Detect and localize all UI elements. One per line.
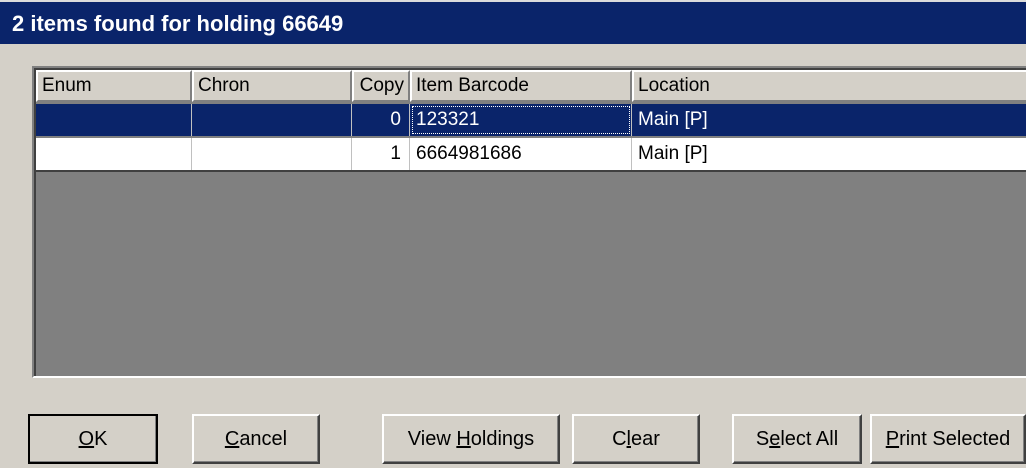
view-holdings-label-rest: oldings bbox=[470, 428, 535, 450]
cell-chron bbox=[192, 138, 352, 170]
window-title: 2 items found for holding 66649 bbox=[0, 0, 1026, 44]
column-header-item-barcode[interactable]: Item Barcode bbox=[410, 70, 632, 102]
cancel-mnemonic: C bbox=[224, 428, 240, 450]
column-header-copy[interactable]: Copy bbox=[352, 70, 410, 102]
print-selected-button[interactable]: Print Selected bbox=[870, 414, 1026, 464]
column-header-chron[interactable]: Chron bbox=[192, 70, 352, 102]
print-selected-label-rest: rint Selected bbox=[899, 428, 1011, 450]
select-all-label-pre: S bbox=[755, 428, 770, 450]
column-header-enum[interactable]: Enum bbox=[36, 70, 192, 102]
clear-label-rest: ear bbox=[631, 428, 660, 450]
clear-button[interactable]: Clear bbox=[572, 414, 700, 464]
ok-button[interactable]: OK bbox=[28, 414, 158, 464]
cell-enum bbox=[36, 138, 192, 170]
select-all-button[interactable]: Select All bbox=[732, 414, 862, 464]
cell-chron bbox=[192, 104, 352, 136]
view-holdings-button[interactable]: View Holdings bbox=[382, 414, 560, 464]
table-row[interactable]: 1 6664981686 Main [P] bbox=[36, 138, 1026, 172]
cell-copy: 0 bbox=[352, 104, 410, 136]
view-holdings-label-pre: View bbox=[407, 428, 457, 450]
cell-enum bbox=[36, 104, 192, 136]
items-list[interactable]: Enum Chron Copy Item Barcode Location 0 … bbox=[32, 66, 1026, 378]
clear-label-pre: C bbox=[612, 428, 627, 450]
cell-item-barcode: 123321 bbox=[410, 104, 632, 136]
list-header: Enum Chron Copy Item Barcode Location bbox=[36, 70, 1026, 102]
cell-item-barcode: 6664981686 bbox=[410, 138, 632, 170]
select-all-label-rest: lect All bbox=[780, 428, 839, 450]
cell-copy: 1 bbox=[352, 138, 410, 170]
select-all-mnemonic: e bbox=[769, 428, 781, 450]
column-header-location[interactable]: Location bbox=[632, 70, 1026, 102]
ok-label-rest: K bbox=[94, 428, 108, 450]
cancel-button[interactable]: Cancel bbox=[192, 414, 320, 464]
cancel-label-rest: ancel bbox=[239, 428, 288, 450]
table-row[interactable]: 0 123321 Main [P] bbox=[36, 104, 1026, 136]
cell-location: Main [P] bbox=[632, 104, 1026, 136]
cell-location: Main [P] bbox=[632, 138, 1026, 170]
print-selected-mnemonic: P bbox=[885, 428, 900, 450]
ok-mnemonic: O bbox=[78, 428, 95, 450]
view-holdings-mnemonic: H bbox=[456, 428, 471, 450]
